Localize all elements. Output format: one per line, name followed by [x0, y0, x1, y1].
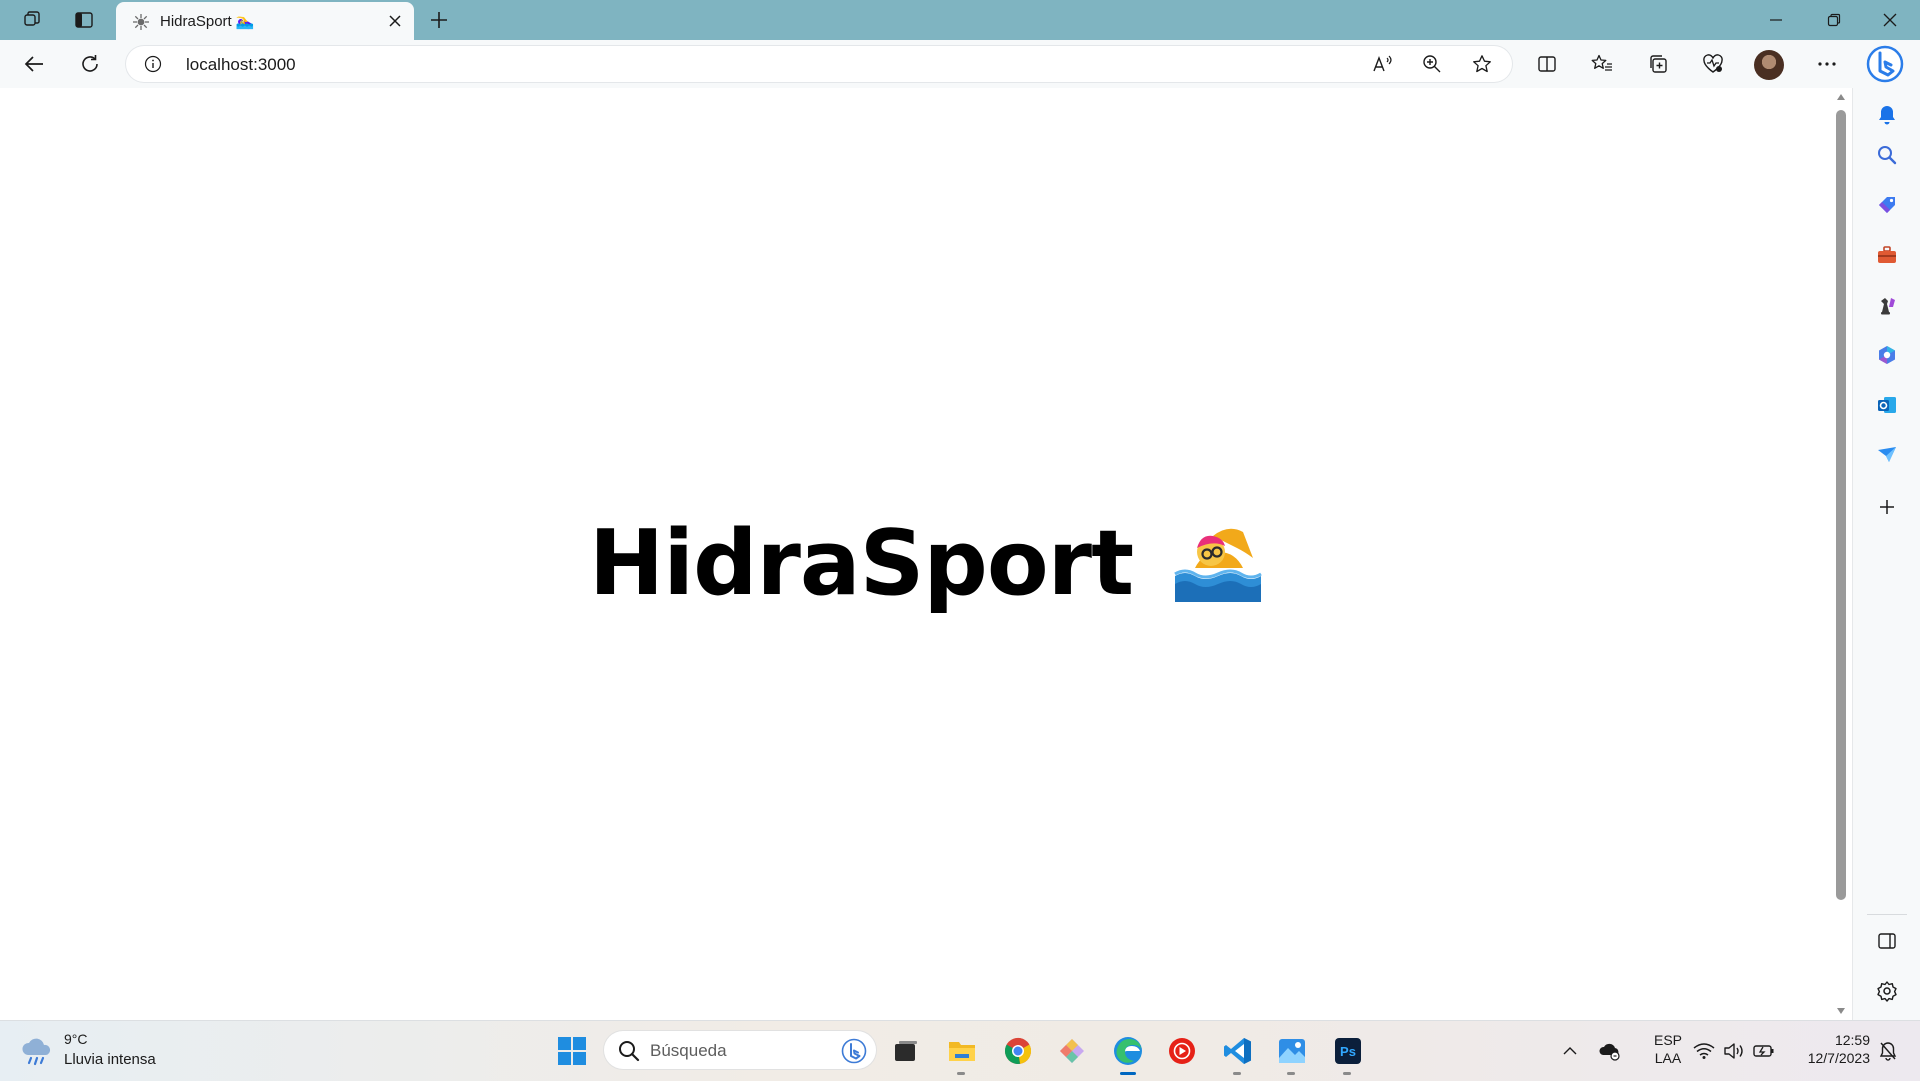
vscode-running-dot	[1233, 1072, 1241, 1075]
weather-temperature[interactable]: 9°C	[64, 1031, 88, 1047]
weather-rain-icon[interactable]	[20, 1035, 54, 1067]
scroll-thumb[interactable]	[1836, 110, 1846, 900]
close-window-icon[interactable]	[1862, 0, 1918, 40]
drop-icon[interactable]	[1872, 440, 1902, 470]
photoshop-running-dot	[1343, 1072, 1351, 1075]
battery-icon[interactable]	[1752, 1039, 1776, 1063]
task-view-icon[interactable]	[886, 1033, 926, 1069]
vscode-icon[interactable]	[1218, 1033, 1258, 1075]
web-page: HidraSport	[0, 88, 1852, 1020]
show-hidden-icons[interactable]	[1558, 1039, 1582, 1063]
language-line-1: ESP	[1653, 1032, 1682, 1048]
notifications-icon[interactable]	[1876, 1039, 1900, 1063]
favorite-star-icon[interactable]	[1469, 52, 1495, 76]
vertical-tabs-icon[interactable]	[64, 4, 104, 36]
taskbar-search[interactable]: Búsqueda	[604, 1031, 876, 1069]
hide-sidebar-icon[interactable]	[1872, 926, 1902, 956]
bing-copilot-icon[interactable]	[1865, 43, 1905, 85]
new-tab-icon[interactable]	[424, 6, 454, 34]
onedrive-icon[interactable]	[1598, 1039, 1622, 1063]
git-kraken-icon[interactable]	[1052, 1033, 1092, 1069]
windows-start-icon[interactable]	[552, 1033, 592, 1069]
taskbar-search-placeholder: Búsqueda	[650, 1041, 727, 1060]
split-screen-icon[interactable]	[1531, 48, 1563, 80]
file-explorer-icon[interactable]	[942, 1033, 982, 1075]
youtube-music-icon[interactable]	[1162, 1033, 1202, 1069]
weather-condition[interactable]: Lluvia intensa	[64, 1051, 156, 1068]
edge-sidebar	[1852, 88, 1920, 1020]
microsoft-365-icon[interactable]	[1872, 340, 1902, 370]
site-info-icon[interactable]	[144, 55, 162, 73]
refresh-icon[interactable]	[72, 46, 108, 82]
title-bar: HidraSport 🏊‍♀️	[0, 0, 1920, 40]
svg-text:Ps: Ps	[1340, 1044, 1356, 1059]
volume-icon[interactable]	[1722, 1039, 1746, 1063]
clock-date: 12/7/2023	[1807, 1050, 1870, 1066]
windows-taskbar: 9°C Lluvia intensa Búsqueda Ps ESP LAA 1…	[0, 1020, 1920, 1081]
language-line-2: LAA	[1654, 1050, 1682, 1066]
profile-avatar[interactable]	[1754, 50, 1784, 80]
tab-close-icon[interactable]	[382, 9, 408, 33]
chrome-icon[interactable]	[998, 1033, 1038, 1069]
scroll-down-icon[interactable]	[1835, 1006, 1847, 1016]
tab-title: HidraSport 🏊‍♀️	[160, 13, 255, 30]
taskbar-search-icon	[619, 1041, 640, 1062]
shopping-tag-icon[interactable]	[1872, 190, 1902, 220]
more-icon[interactable]	[1811, 48, 1843, 80]
minimize-icon[interactable]	[1748, 0, 1804, 40]
clock-time: 12:59	[1834, 1032, 1870, 1048]
hero: HidraSport	[0, 508, 1852, 618]
browser-essentials-icon[interactable]	[1697, 48, 1729, 80]
outlook-icon[interactable]	[1872, 390, 1902, 420]
bell-icon[interactable]	[1872, 100, 1902, 130]
scroll-up-icon[interactable]	[1835, 92, 1847, 102]
back-icon[interactable]	[16, 46, 52, 82]
file-explorer-running-dot	[957, 1072, 965, 1075]
settings-icon[interactable]	[1872, 976, 1902, 1006]
favorites-icon[interactable]	[1586, 48, 1618, 80]
edge-icon[interactable]	[1108, 1033, 1148, 1075]
system-clock[interactable]: 12:59 12/7/2023	[1790, 1031, 1870, 1067]
games-icon[interactable]	[1872, 290, 1902, 320]
swimmer-emoji-icon	[1174, 528, 1262, 602]
tools-briefcase-icon[interactable]	[1872, 240, 1902, 270]
search-icon[interactable]	[1872, 140, 1902, 170]
page-title: HidraSport	[588, 510, 1134, 616]
add-icon[interactable]	[1872, 492, 1902, 522]
address-url[interactable]: localhost:3000	[186, 55, 296, 75]
photos-icon[interactable]	[1272, 1033, 1312, 1075]
search-bing-icon[interactable]	[840, 1037, 868, 1065]
tab-hidrasport[interactable]: HidraSport 🏊‍♀️	[116, 2, 414, 40]
address-bar[interactable]: localhost:3000	[126, 46, 1512, 82]
page-scrollbar[interactable]	[1832, 88, 1850, 1020]
input-language[interactable]: ESP LAA	[1646, 1031, 1690, 1067]
restore-icon[interactable]	[1806, 0, 1862, 40]
browser-toolbar: localhost:3000	[0, 40, 1920, 88]
collections-icon[interactable]	[1642, 48, 1674, 80]
edge-active-dot	[1120, 1072, 1136, 1075]
photoshop-icon[interactable]: Ps	[1328, 1033, 1368, 1075]
workspaces-icon[interactable]	[12, 4, 52, 36]
wifi-icon[interactable]	[1692, 1039, 1716, 1063]
tab-favicon-icon	[132, 13, 150, 31]
photos-running-dot	[1287, 1072, 1295, 1075]
zoom-icon[interactable]	[1419, 52, 1445, 76]
read-aloud-icon[interactable]	[1370, 52, 1396, 76]
sidebar-divider	[1867, 914, 1907, 915]
